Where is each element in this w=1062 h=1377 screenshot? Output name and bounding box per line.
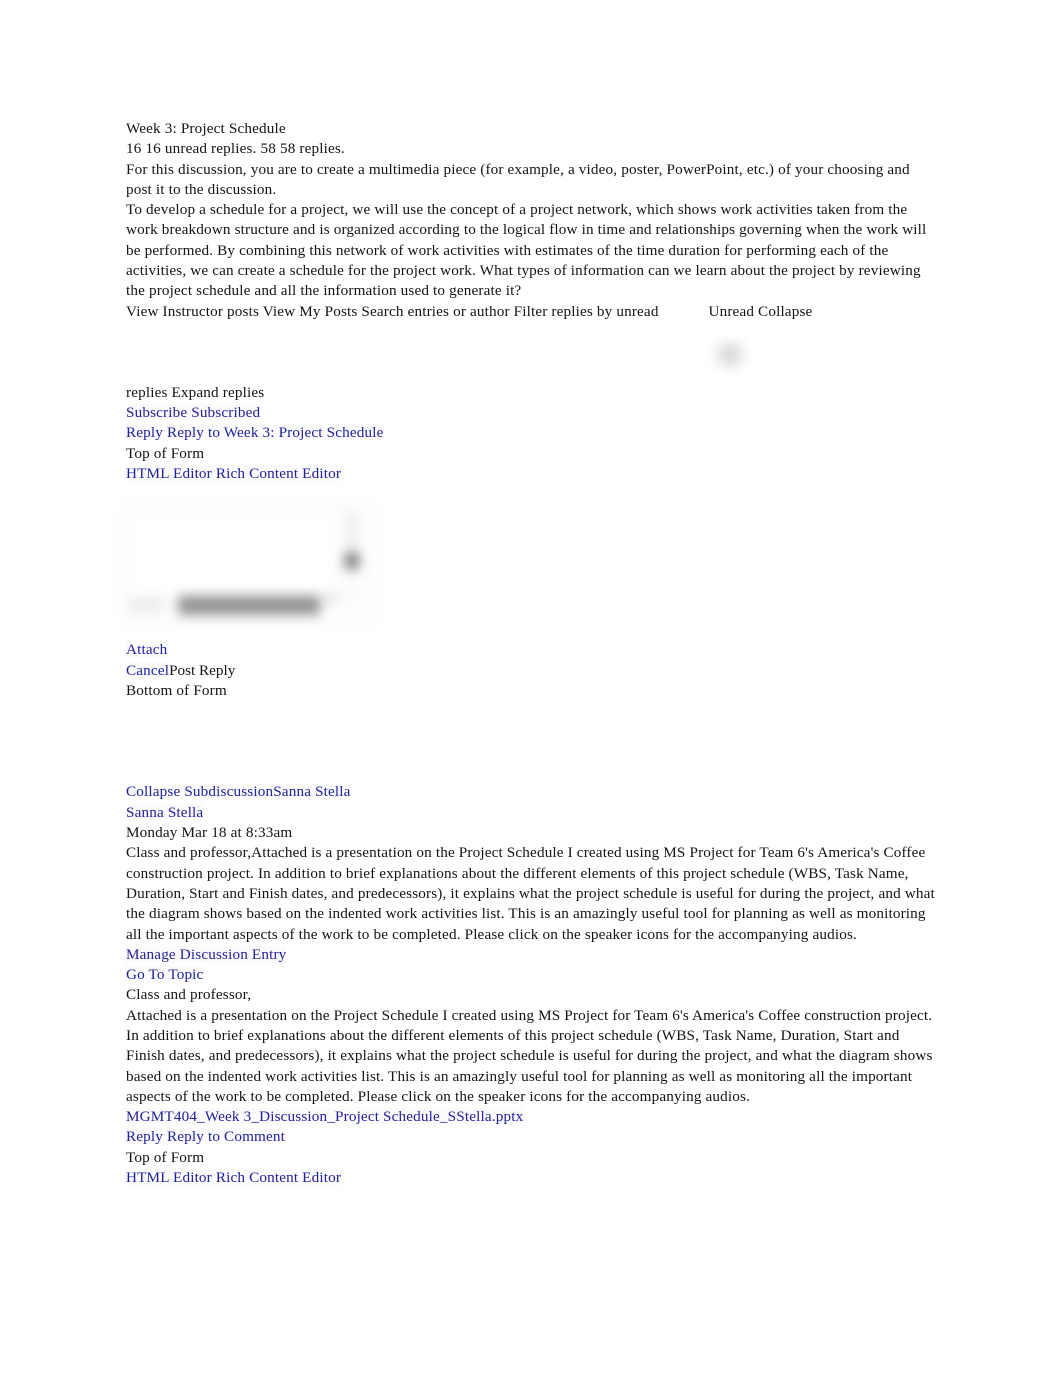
unread-collapse-label[interactable]: Unread Collapse [708,303,812,320]
collapse-subdiscussion-link[interactable]: Collapse SubdiscussionSanna Stella [126,783,351,801]
editor-resize-handle[interactable] [345,553,359,569]
document-page: Week 3: Project Schedule 16 16 unread re… [0,0,1062,1377]
attachment-file-link[interactable]: MGMT404_Week 3_Discussion_Project Schedu… [126,1108,524,1126]
reply-body-text: Attached is a presentation on the Projec… [126,1006,933,1105]
reply-counts: 16 16 unread replies. 58 58 replies. [126,140,345,158]
collapse-subdiscussion-line[interactable]: Collapse SubdiscussionSanna Stella [126,782,938,802]
manage-discussion-entry-link[interactable]: Manage Discussion Entry [126,945,287,963]
post-reply-button[interactable]: Post Reply [169,662,235,679]
reply-topic-link-line[interactable]: Reply Reply to Week 3: Project Schedule [126,423,938,443]
editor-scrollbar[interactable] [350,512,354,552]
attach-link-line[interactable]: Attach [126,640,938,660]
editor-status-chip [128,599,164,612]
discussion-toolbar-line: View Instructor posts View My Posts Sear… [126,302,938,322]
author-name-link[interactable]: Sanna Stella [126,803,204,821]
cancel-post-line[interactable]: CancelPost Reply [126,661,938,681]
manage-entry-line[interactable]: Manage Discussion Entry [126,945,938,965]
editor-toggle-line-2[interactable]: HTML Editor Rich Content Editor [126,1168,938,1188]
discussion-title: Week 3: Project Schedule [126,120,286,137]
top-of-form-marker: Top of Form [126,444,205,462]
attach-link[interactable]: Attach [126,641,168,659]
editor-corner-nub [323,593,339,604]
reply-to-topic-link[interactable]: Reply Reply to Week 3: Project Schedule [126,424,384,442]
prompt-intro: For this discussion, you are to create a… [126,160,910,198]
subscribe-link[interactable]: Subscribe Subscribed [126,404,261,422]
cancel-link[interactable]: Cancel [126,661,170,679]
reply-to-comment-link[interactable]: Reply Reply to Comment [126,1128,286,1146]
reply-timestamp: Monday Mar 18 at 8:33am [126,824,293,842]
reply-salutation: Class and professor, [126,986,252,1004]
html-editor-toggle-link[interactable]: HTML Editor Rich Content Editor [126,465,342,483]
reply-preview-text: Class and professor,Attached is a presen… [126,844,935,943]
editor-toggle-line[interactable]: HTML Editor Rich Content Editor [126,464,938,484]
top-of-form-marker-2: Top of Form [126,1148,205,1166]
html-editor-toggle-link-2[interactable]: HTML Editor Rich Content Editor [126,1169,342,1187]
go-to-topic-link[interactable]: Go To Topic [126,966,204,984]
blur-artifact [712,340,748,372]
subscribe-link-line[interactable]: Subscribe Subscribed [126,403,938,423]
prompt-body: To develop a schedule for a project, we … [126,201,927,300]
toolbar-labels: View Instructor posts View My Posts Sear… [126,302,659,320]
go-to-topic-line[interactable]: Go To Topic [126,965,938,985]
bottom-of-form-marker: Bottom of Form [126,681,227,699]
attachment-line[interactable]: MGMT404_Week 3_Discussion_Project Schedu… [126,1107,938,1127]
author-link-line[interactable]: Sanna Stella [126,803,938,823]
editor-bottom-toolbar[interactable] [178,596,320,615]
reply-to-comment-line[interactable]: Reply Reply to Comment [126,1127,938,1147]
editor-text-area[interactable] [128,507,336,598]
expand-replies-label[interactable]: replies Expand replies [126,383,938,403]
document-body: Week 3: Project Schedule 16 16 unread re… [126,119,938,1188]
rich-content-editor-screenshot [120,498,382,634]
